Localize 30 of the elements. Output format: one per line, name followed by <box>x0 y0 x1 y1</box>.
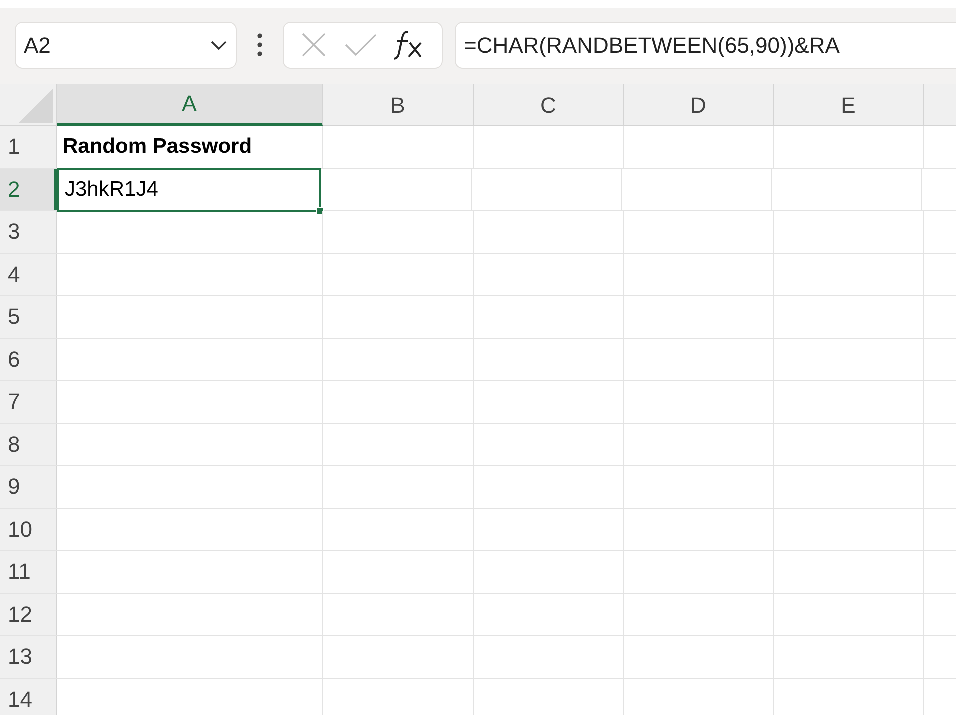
column-header[interactable]: D <box>624 84 774 126</box>
row-header[interactable]: 5 <box>0 296 57 338</box>
check-icon[interactable] <box>344 33 378 57</box>
formula-text: =CHAR(RANDBETWEEN(65,90))&RA <box>464 32 840 60</box>
fill-handle[interactable] <box>316 206 324 214</box>
row-header[interactable]: 9 <box>0 466 57 508</box>
row-header[interactable]: 13 <box>0 636 57 678</box>
column-header[interactable]: C <box>474 84 624 126</box>
row-header[interactable]: 8 <box>0 424 57 465</box>
column-header[interactable]: B <box>323 84 474 126</box>
row-header[interactable]: 7 <box>0 381 57 422</box>
name-box[interactable]: A2 <box>15 22 237 68</box>
column-header[interactable]: A <box>57 84 323 126</box>
chevron-down-icon[interactable] <box>210 39 228 51</box>
row-header[interactable]: 6 <box>0 338 57 380</box>
row-header[interactable]: 11 <box>0 551 57 592</box>
select-all-icon[interactable] <box>19 89 53 123</box>
cell-reference: A2 <box>24 32 52 60</box>
cell-text: Random Password <box>62 134 252 160</box>
row-header[interactable]: 12 <box>0 594 57 635</box>
column-header[interactable]: E <box>774 84 924 126</box>
row-header[interactable]: 2 <box>0 168 57 210</box>
row-header[interactable]: 10 <box>0 508 57 550</box>
row-header[interactable]: 14 <box>0 678 57 715</box>
row-header[interactable]: 3 <box>0 211 57 252</box>
row-header[interactable]: 1 <box>0 126 57 168</box>
cell-text: J3hkR1J4 <box>64 176 158 203</box>
close-icon[interactable] <box>300 31 328 59</box>
formula-field[interactable]: =CHAR(RANDBETWEEN(65,90))&RA <box>455 22 956 68</box>
row-header[interactable]: 4 <box>0 254 57 295</box>
